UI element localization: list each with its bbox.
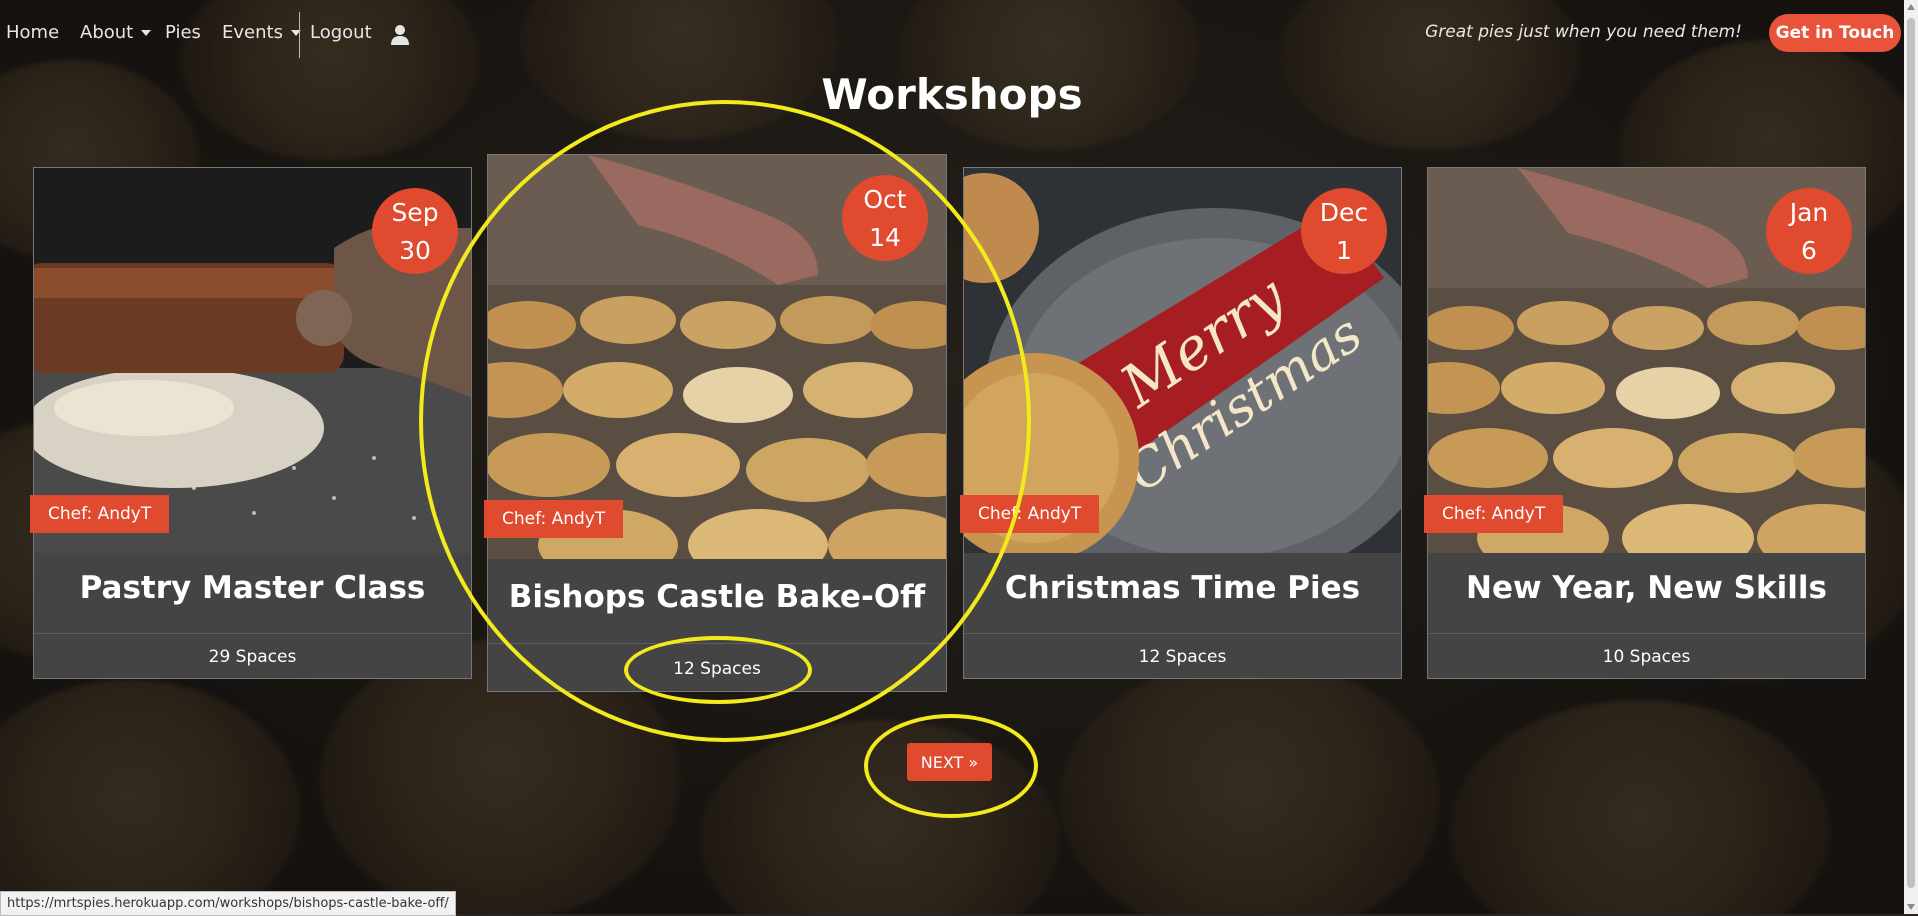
workshop-title[interactable]: Bishops Castle Bake-Off xyxy=(488,579,946,615)
card-divider xyxy=(964,633,1401,634)
nav-events-dropdown[interactable]: Events xyxy=(222,22,301,43)
workshop-card[interactable]: Oct 14 Chef: AndyT Bishops Castle Bake-O… xyxy=(484,154,947,692)
chef-tag: Chef: AndyT xyxy=(30,495,170,533)
workshop-card[interactable]: Jan 6 Chef: AndyT New Year, New Skills 1… xyxy=(1424,167,1866,679)
page-title: Workshops xyxy=(821,70,1083,119)
chef-tag: Chef: AndyT xyxy=(1424,495,1564,533)
workshop-card[interactable]: Sep 30 Chef: AndyT Pastry Master Class 2… xyxy=(30,167,472,679)
date-badge: Dec 1 xyxy=(1301,188,1387,274)
page-scrollbar[interactable] xyxy=(1904,0,1918,914)
nav-events-label: Events xyxy=(222,22,283,43)
scrollbar-thumb[interactable] xyxy=(1907,18,1915,888)
scroll-down-icon[interactable] xyxy=(1907,904,1915,910)
chef-tag: Chef: AndyT xyxy=(484,500,624,538)
nav-about-label: About xyxy=(80,22,134,43)
date-day: 14 xyxy=(869,223,901,252)
card-divider xyxy=(34,633,471,634)
chevron-down-icon xyxy=(141,30,152,36)
chef-tag: Chef: AndyT xyxy=(960,495,1100,533)
site-tagline: Great pies just when you need them! xyxy=(1425,22,1742,42)
top-navbar: Home About Pies Events Logout Great pies… xyxy=(0,0,1904,66)
user-icon[interactable] xyxy=(390,24,410,46)
workshop-title[interactable]: New Year, New Skills xyxy=(1428,570,1865,606)
workshop-spaces: 29 Spaces xyxy=(208,647,297,667)
get-in-touch-button[interactable]: Get in Touch xyxy=(1769,14,1901,52)
nav-pies-link[interactable]: Pies xyxy=(165,22,201,43)
date-day: 1 xyxy=(1336,236,1352,265)
browser-status-url: https://mrtspies.herokuapp.com/workshops… xyxy=(0,891,456,916)
nav-divider xyxy=(299,12,300,58)
workshop-card[interactable]: Merry Christmas Dec 1 Chef: AndyT Christ… xyxy=(960,167,1402,679)
scroll-up-icon[interactable] xyxy=(1907,4,1915,10)
date-day: 6 xyxy=(1801,236,1817,265)
date-badge: Sep 30 xyxy=(372,188,458,274)
date-badge: Oct 14 xyxy=(842,175,928,261)
workshop-spaces: 12 Spaces xyxy=(673,659,761,679)
workshop-spaces: 12 Spaces xyxy=(1138,647,1227,667)
date-day: 30 xyxy=(399,236,431,265)
card-divider xyxy=(488,643,946,644)
workshop-title[interactable]: Christmas Time Pies xyxy=(964,570,1401,606)
nav-home-link[interactable]: Home xyxy=(6,22,59,43)
workshop-title[interactable]: Pastry Master Class xyxy=(34,570,471,606)
card-divider xyxy=(1428,633,1865,634)
nav-logout-link[interactable]: Logout xyxy=(310,22,372,43)
workshop-spaces: 10 Spaces xyxy=(1602,647,1691,667)
date-month: Dec xyxy=(1319,198,1369,227)
date-month: Sep xyxy=(391,198,439,227)
date-month: Jan xyxy=(1789,198,1829,227)
date-badge: Jan 6 xyxy=(1766,188,1852,274)
nav-about-dropdown[interactable]: About xyxy=(80,22,152,43)
next-page-button[interactable]: NEXT » xyxy=(907,743,992,781)
date-month: Oct xyxy=(863,185,907,214)
